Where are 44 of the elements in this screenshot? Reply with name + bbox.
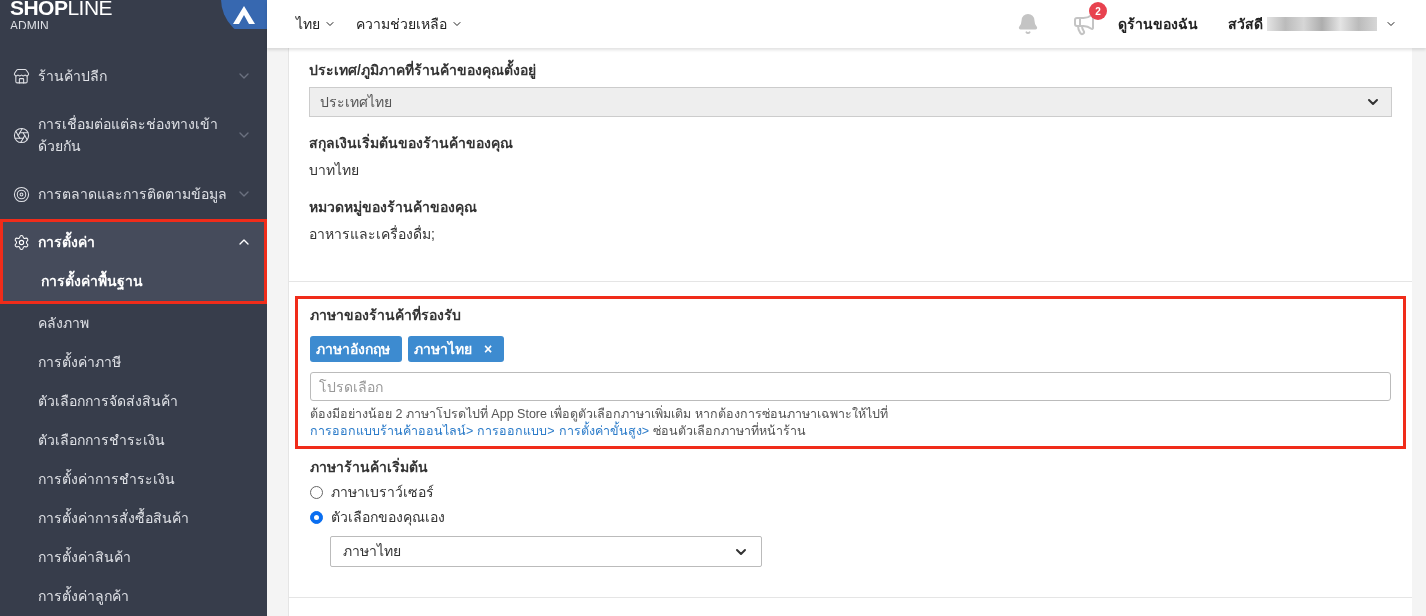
section-title: ภาษาร้านค้าเริ่มต้น bbox=[310, 457, 429, 477]
sidebar-item[interactable]: การตั้งค่า bbox=[3, 222, 264, 262]
submenu-item[interactable]: การตั้งค่าสินค้า bbox=[0, 538, 267, 577]
menu-dropdown[interactable]: ไทย bbox=[296, 13, 336, 35]
field-label: สกุลเงินเริ่มต้นของร้านค้าของคุณ bbox=[309, 133, 514, 154]
section-title: ภาษาของร้านค้าที่รองรับ bbox=[310, 305, 462, 325]
view-store-link[interactable]: ดูร้านของฉัน bbox=[1118, 13, 1198, 35]
sidebar-item[interactable]: ร้านค้าปลีก bbox=[3, 56, 264, 96]
submenu-item[interactable]: การตั้งค่าลูกค้า bbox=[0, 577, 267, 616]
brand-logo: SHOPLINE bbox=[10, 0, 112, 18]
menu-icon bbox=[13, 185, 30, 203]
menu-icon bbox=[13, 233, 30, 251]
submenu-item[interactable]: คลังภาพ bbox=[0, 304, 267, 343]
submenu-item[interactable]: การตั้งค่าพื้นฐาน bbox=[3, 262, 264, 301]
breadcrumb-link[interactable]: การออกแบบร้านค้าออนไลน์> bbox=[310, 424, 474, 438]
radio-button[interactable] bbox=[310, 486, 323, 499]
remove-tag-button[interactable]: × bbox=[484, 338, 493, 360]
menu-dropdown[interactable]: ความช่วยเหลือ bbox=[356, 13, 463, 35]
megaphone-icon[interactable] bbox=[1072, 12, 1096, 36]
field-value: อาหารและเครื่องดื่ม; bbox=[309, 224, 436, 244]
help-text: ต้องมีอย่างน้อย 2 ภาษาโปรดไปที่ App Store เพื่อดูตัวเลือกภาษาเพิ่มเติม หากต้องการซ่อนภาษาเฉพาะให้ไปที่ การออกแบบร้านค้าออนไลน์> การออกแบบ> การตั้งค่าขั้นสูง> ซ่อนตัวเลือกภาษาที่หน้าร้าน bbox=[310, 406, 889, 440]
tag-label: ภาษาอังกฤษ bbox=[316, 339, 390, 359]
radio-label: ตัวเลือกของคุณเอง bbox=[331, 508, 445, 528]
submenu-item[interactable]: ตัวเลือกการชำระเงิน bbox=[0, 421, 267, 460]
field-label: ประเทศ/ภูมิภาคที่ร้านค้าของคุณตั้งอยู่ bbox=[309, 60, 1392, 81]
language-select[interactable]: ภาษาไทย bbox=[330, 536, 762, 567]
submenu-item[interactable]: การตั้งค่าการชำระเงิน bbox=[0, 460, 267, 499]
tag-label: ภาษาไทย bbox=[414, 339, 472, 359]
menu-icon bbox=[13, 67, 30, 85]
submenu-item[interactable]: ตัวเลือกการจัดส่งสินค้า bbox=[0, 382, 267, 421]
account-menu[interactable]: สวัสดี bbox=[1228, 13, 1397, 35]
submenu-item[interactable]: การตั้งค่าภาษี bbox=[0, 343, 267, 382]
sidebar-item[interactable]: การตลาดและการติดตามข้อมูล bbox=[3, 174, 264, 214]
radio-button[interactable] bbox=[310, 511, 323, 524]
breadcrumb-link[interactable]: การออกแบบ> bbox=[477, 424, 555, 438]
submenu-item[interactable]: การตั้งค่าการสั่งซื้อสินค้า bbox=[0, 499, 267, 538]
notification-badge: 2 bbox=[1089, 2, 1107, 20]
menu-icon bbox=[13, 126, 30, 144]
sidebar-item[interactable]: การเชื่อมต่อแต่ละช่องทางเข้าด้วยกัน bbox=[3, 104, 264, 166]
country-select[interactable]: ประเทศไทย bbox=[309, 87, 1392, 117]
field-value: บาทไทย bbox=[309, 161, 360, 180]
field-label: หมวดหมู่ของร้านค้าของคุณ bbox=[309, 198, 478, 218]
radio-label: ภาษาเบราว์เซอร์ bbox=[331, 483, 434, 502]
language-input[interactable]: โปรดเลือก bbox=[310, 372, 1391, 401]
